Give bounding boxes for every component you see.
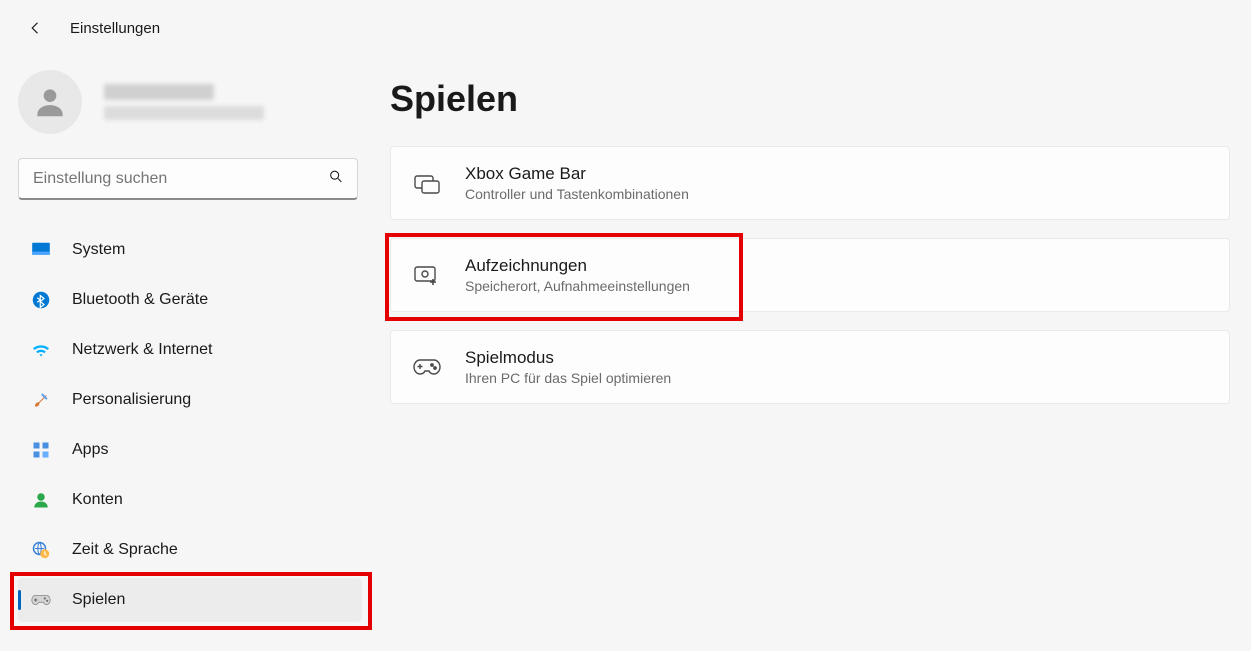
- globe-clock-icon: [30, 539, 52, 561]
- nav-item-network[interactable]: Netzwerk & Internet: [18, 328, 362, 372]
- app-title: Einstellungen: [70, 20, 160, 37]
- brush-icon: [30, 389, 52, 411]
- user-icon: [30, 489, 52, 511]
- xbox-bar-icon: [413, 169, 441, 197]
- nav-item-apps[interactable]: Apps: [18, 428, 362, 472]
- card-game-mode[interactable]: Spielmodus Ihren PC für das Spiel optimi…: [390, 330, 1230, 404]
- page-title: Spielen: [390, 78, 1251, 120]
- wifi-icon: [30, 339, 52, 361]
- sidebar: System Bluetooth & Geräte Netzwerk & Int…: [0, 48, 380, 622]
- nav-label: Konten: [72, 491, 123, 509]
- back-button[interactable]: [26, 18, 46, 38]
- nav-label: Personalisierung: [72, 391, 191, 409]
- nav-item-gaming[interactable]: Spielen: [18, 578, 362, 622]
- nav-item-time-language[interactable]: Zeit & Sprache: [18, 528, 362, 572]
- card-xbox-game-bar[interactable]: Xbox Game Bar Controller und Tastenkombi…: [390, 146, 1230, 220]
- bluetooth-icon: [30, 289, 52, 311]
- nav-label: Spielen: [72, 591, 125, 609]
- avatar: [18, 70, 82, 134]
- nav-label: Bluetooth & Geräte: [72, 291, 208, 309]
- nav-label: Zeit & Sprache: [72, 541, 178, 559]
- apps-icon: [30, 439, 52, 461]
- nav-item-system[interactable]: System: [18, 228, 362, 272]
- user-name-redacted: [104, 84, 214, 100]
- settings-cards: Xbox Game Bar Controller und Tastenkombi…: [390, 146, 1251, 404]
- search-input[interactable]: [18, 158, 358, 200]
- user-profile[interactable]: [18, 60, 362, 158]
- controller-icon: [413, 353, 441, 381]
- card-subtitle: Controller und Tastenkombinationen: [465, 186, 689, 202]
- nav-item-personalization[interactable]: Personalisierung: [18, 378, 362, 422]
- user-email-redacted: [104, 106, 264, 120]
- card-subtitle: Ihren PC für das Spiel optimieren: [465, 370, 671, 386]
- capture-icon: [413, 261, 441, 289]
- nav-item-accounts[interactable]: Konten: [18, 478, 362, 522]
- nav-label: Apps: [72, 441, 108, 459]
- gamepad-icon: [30, 589, 52, 611]
- user-meta: [104, 84, 264, 120]
- card-captures[interactable]: Aufzeichnungen Speicherort, Aufnahmeeins…: [390, 238, 1230, 312]
- card-title: Xbox Game Bar: [465, 164, 689, 184]
- nav-item-bluetooth[interactable]: Bluetooth & Geräte: [18, 278, 362, 322]
- card-subtitle: Speicherort, Aufnahmeeinstellungen: [465, 278, 690, 294]
- main-content: Spielen Xbox Game Bar Controller und Tas…: [380, 48, 1251, 622]
- nav-list: System Bluetooth & Geräte Netzwerk & Int…: [18, 228, 362, 622]
- monitor-icon: [30, 239, 52, 261]
- card-title: Spielmodus: [465, 348, 671, 368]
- nav-label: System: [72, 241, 125, 259]
- card-title: Aufzeichnungen: [465, 256, 690, 276]
- nav-label: Netzwerk & Internet: [72, 341, 213, 359]
